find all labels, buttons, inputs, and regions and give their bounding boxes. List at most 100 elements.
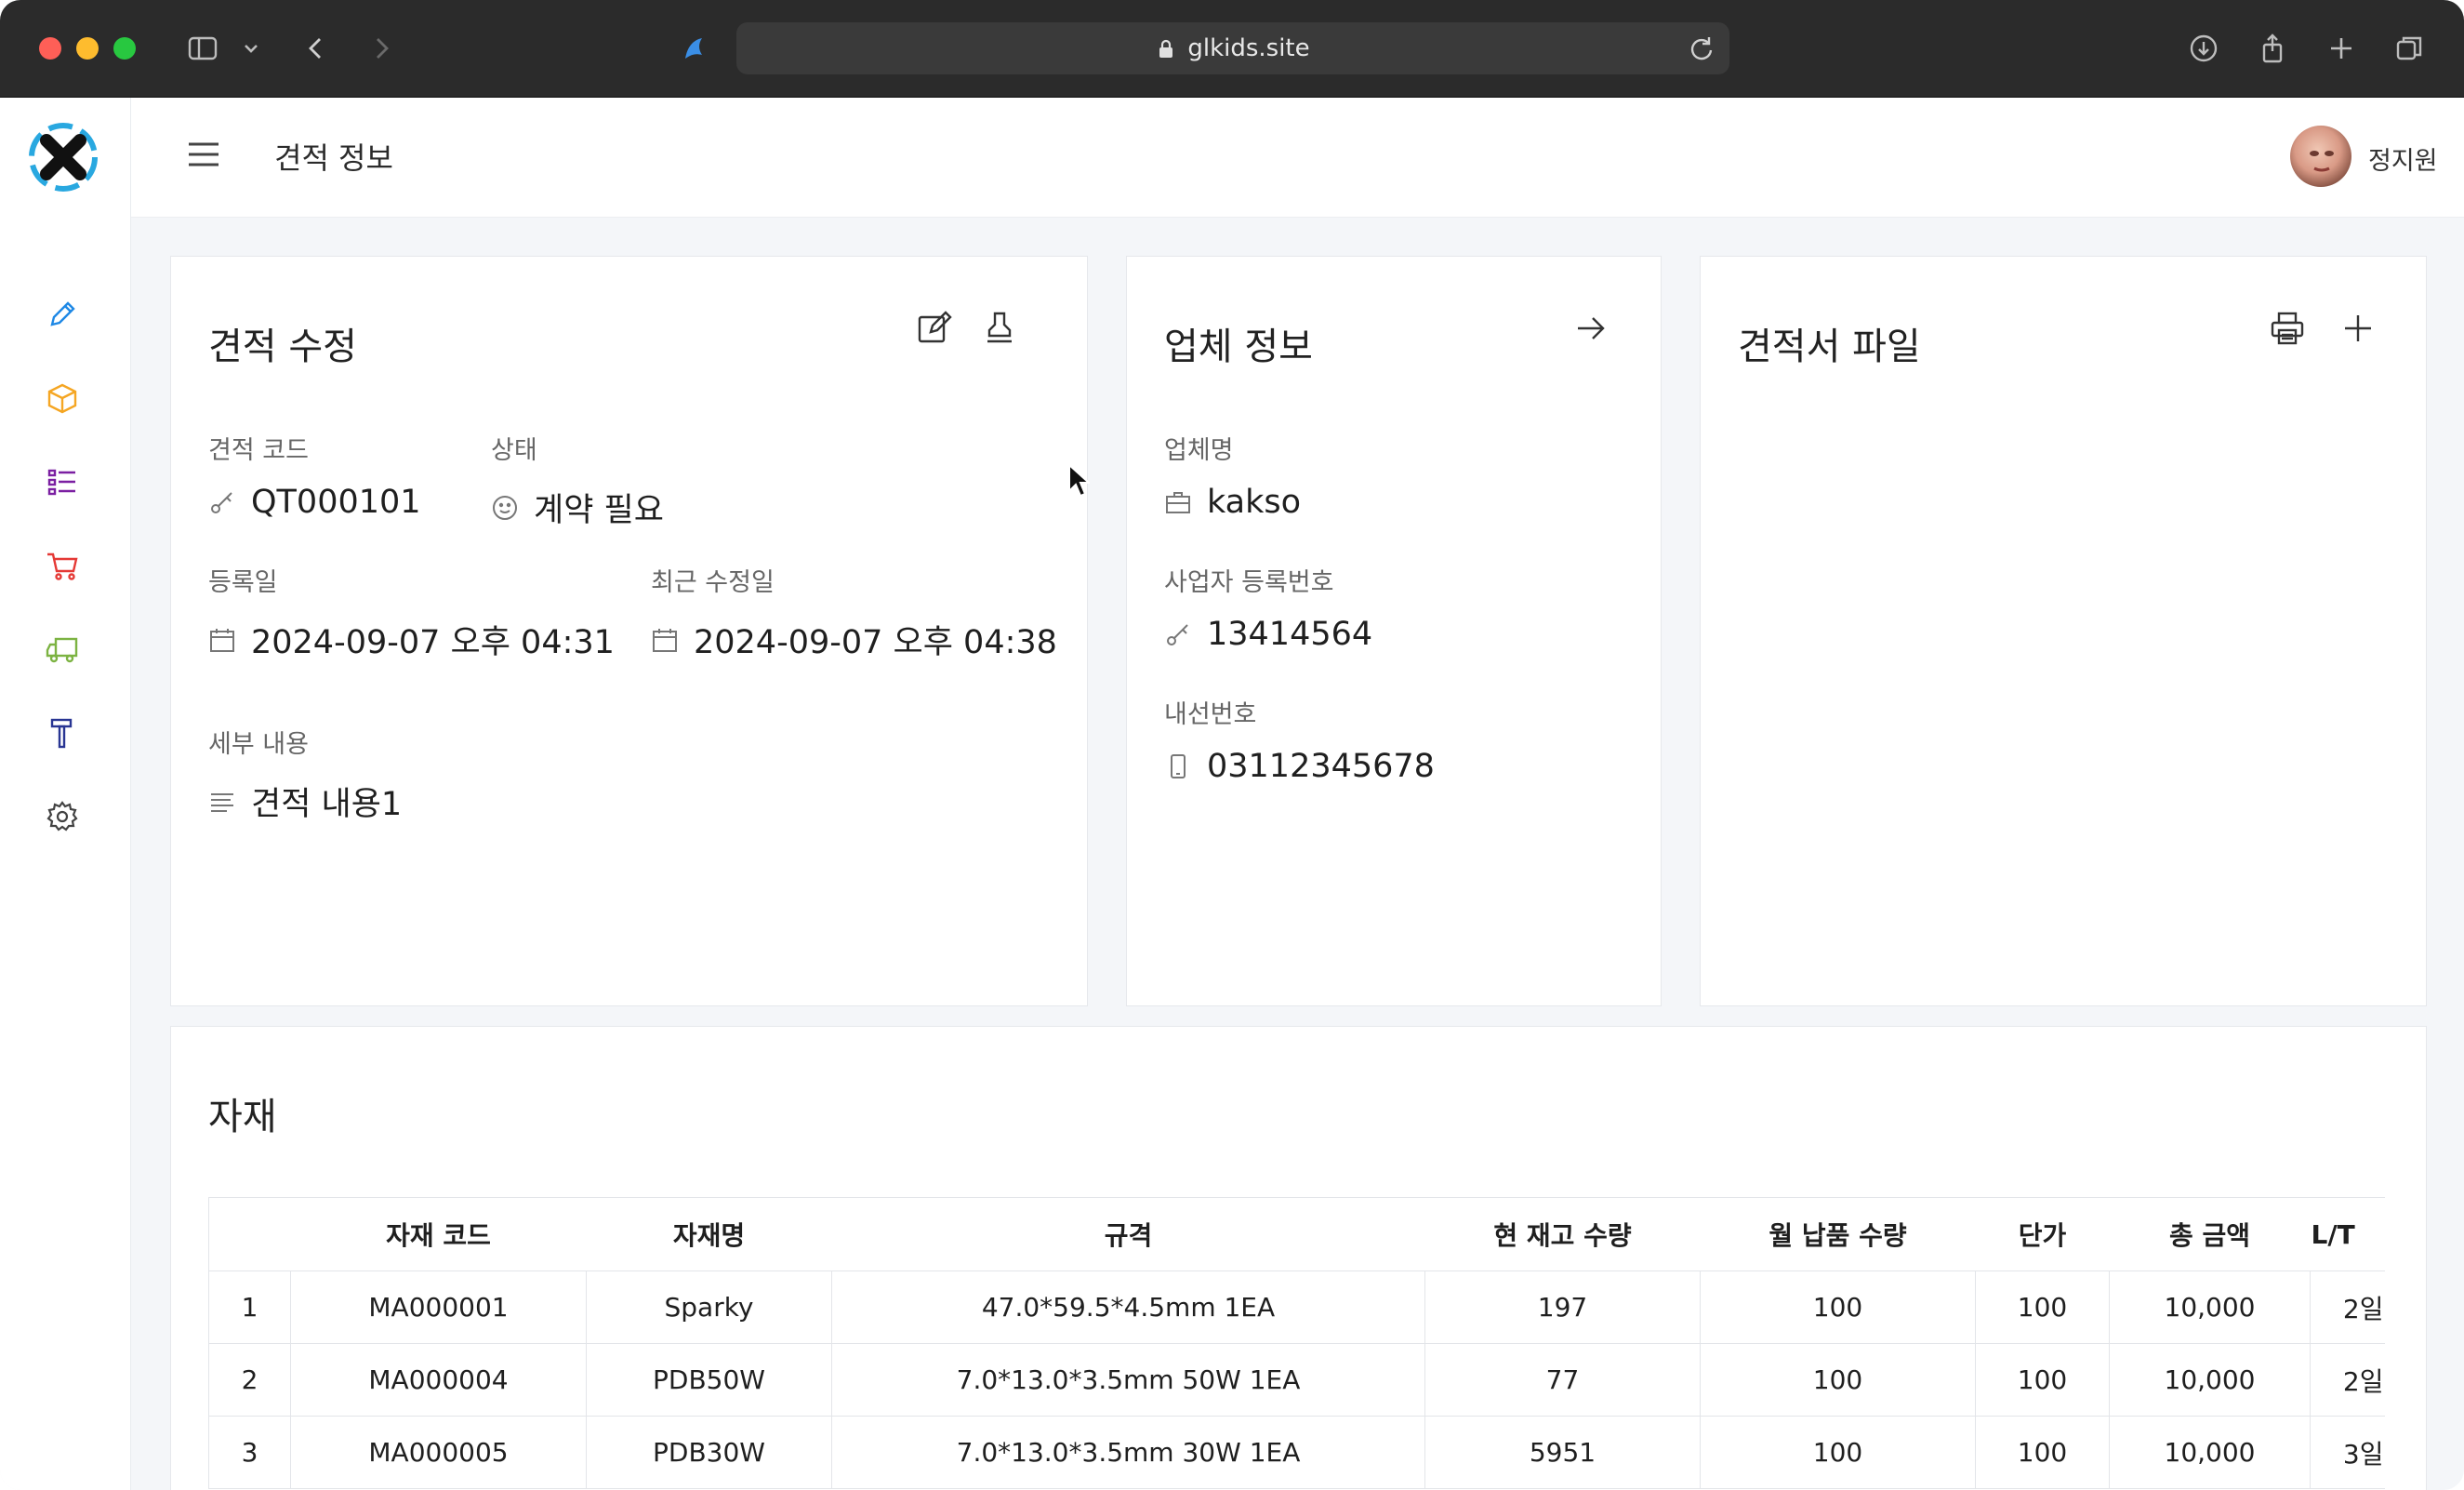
truck-icon[interactable] <box>43 630 82 669</box>
box-icon[interactable] <box>43 379 82 418</box>
table-cell: MA000005 <box>290 1416 587 1489</box>
column-header[interactable]: L/T <box>2310 1197 2385 1271</box>
gear-icon[interactable] <box>43 797 82 836</box>
table-cell: 100 <box>1975 1270 2110 1344</box>
table-cell: 100 <box>1975 1343 2110 1417</box>
key-icon <box>211 492 232 513</box>
arrow-right-icon[interactable] <box>1570 307 1612 350</box>
sidebar-toggle-icon[interactable] <box>182 28 223 69</box>
card-title: 견적서 파일 <box>1738 326 1921 368</box>
column-header[interactable]: 규격 <box>831 1197 1425 1271</box>
quote-edit-card: 견적 수정 견적 코드 QT000101 상태 계약 필요 등록일 2024-0… <box>170 256 1088 1006</box>
table-cell: Sparky <box>586 1270 832 1344</box>
reload-icon[interactable] <box>1687 33 1716 63</box>
quote-file-card: 견적서 파일 <box>1700 256 2427 1006</box>
created-date-label: 등록일 <box>208 568 278 597</box>
list-icon[interactable] <box>43 462 82 501</box>
close-window-button[interactable] <box>39 37 61 60</box>
table-cell: 100 <box>1975 1416 2110 1489</box>
extension-label: 내선번호 <box>1164 700 1257 729</box>
column-header[interactable]: 단가 <box>1975 1197 2110 1271</box>
table-cell: 1 <box>208 1270 291 1344</box>
zoom-window-button[interactable] <box>113 37 136 60</box>
tab-overview-icon[interactable] <box>2390 28 2431 69</box>
table-cell: 10,000 <box>2109 1270 2311 1344</box>
address-bar[interactable]: glkids.site <box>736 22 1729 74</box>
share-icon[interactable] <box>2252 28 2293 69</box>
table-cell: 7.0*13.0*3.5mm 30W 1EA <box>831 1416 1425 1489</box>
company-info-card: 업체 정보 업체명 kakso 사업자 등록번호 13414564 내선번호 0… <box>1126 256 1662 1006</box>
column-header[interactable]: 자재명 <box>586 1197 832 1271</box>
url-text: glkids.site <box>1187 34 1310 62</box>
table-cell: MA000004 <box>290 1343 587 1417</box>
table-row[interactable]: 3 MA000005 PDB30W 7.0*13.0*3.5mm 30W 1EA… <box>208 1416 2385 1489</box>
forward-icon[interactable] <box>361 28 402 69</box>
card-title: 견적 수정 <box>208 326 357 368</box>
table-header-row: 자재 코드 자재명 규격 현 재고 수량 월 납품 수량 단가 총 금액 L/T <box>208 1197 2385 1271</box>
extension-value: 03112345678 <box>1164 748 1435 785</box>
pencil-icon[interactable] <box>43 295 82 334</box>
table-cell: 77 <box>1424 1343 1701 1417</box>
calendar-icon <box>653 628 677 652</box>
table-cell: 10,000 <box>2109 1416 2311 1489</box>
business-number-value: 13414564 <box>1164 616 1372 653</box>
app-logo[interactable] <box>24 118 102 196</box>
calendar-icon <box>210 628 234 652</box>
table-cell: 2일 <box>2310 1270 2385 1344</box>
column-header[interactable]: 총 금액 <box>2109 1197 2311 1271</box>
stamp-icon[interactable] <box>978 307 1021 350</box>
table-cell: 100 <box>1700 1343 1976 1417</box>
browser-toolbar: glkids.site <box>0 0 2464 98</box>
download-icon[interactable] <box>2183 28 2224 69</box>
table-cell: 2 <box>208 1343 291 1417</box>
table-cell: 100 <box>1700 1416 1976 1489</box>
phone-icon <box>1171 754 1186 778</box>
menu-icon[interactable] <box>187 140 220 168</box>
avatar[interactable] <box>2290 126 2351 187</box>
edit-icon[interactable] <box>913 307 956 350</box>
hammer-icon[interactable] <box>43 713 82 752</box>
status-label: 상태 <box>491 436 537 465</box>
page-title: 견적 정보 <box>274 140 393 176</box>
user-name[interactable]: 정지원 <box>2368 140 2438 177</box>
column-header[interactable]: 자재 코드 <box>290 1197 587 1271</box>
status-value: 계약 필요 <box>491 484 664 531</box>
column-header[interactable] <box>208 1197 291 1271</box>
chevron-down-icon[interactable] <box>234 28 268 69</box>
table-row[interactable]: 2 MA000004 PDB50W 7.0*13.0*3.5mm 50W 1EA… <box>208 1343 2385 1417</box>
table-cell: 2일 <box>2310 1343 2385 1417</box>
table-cell: 47.0*59.5*4.5mm 1EA <box>831 1270 1425 1344</box>
site-favicon-icon <box>673 28 714 69</box>
company-name-value: kakso <box>1164 484 1301 521</box>
column-header[interactable]: 현 재고 수량 <box>1424 1197 1701 1271</box>
print-icon[interactable] <box>2266 307 2309 350</box>
business-number-label: 사업자 등록번호 <box>1164 568 1334 597</box>
text-lines-icon <box>211 792 233 812</box>
table-cell: PDB50W <box>586 1343 832 1417</box>
detail-value: 견적 내용1 <box>208 778 402 825</box>
lock-icon <box>1159 39 1173 58</box>
table-row[interactable]: 1 MA000001 Sparky 47.0*59.5*4.5mm 1EA 19… <box>208 1270 2385 1344</box>
quote-code-value: QT000101 <box>208 484 421 521</box>
created-date-value: 2024-09-07 오후 04:31 <box>208 616 615 663</box>
new-tab-icon[interactable] <box>2321 28 2362 69</box>
smile-icon <box>493 495 517 520</box>
card-title: 업체 정보 <box>1164 326 1313 368</box>
minimize-window-button[interactable] <box>76 37 99 60</box>
app-header: 견적 정보 정지원 <box>131 98 2464 218</box>
materials-table: 자재 코드 자재명 규격 현 재고 수량 월 납품 수량 단가 총 금액 L/T… <box>208 1197 2385 1489</box>
briefcase-icon <box>1166 492 1190 513</box>
mouse-cursor-icon <box>1068 463 1090 498</box>
table-cell: MA000001 <box>290 1270 587 1344</box>
table-cell: 100 <box>1700 1270 1976 1344</box>
table-cell: 197 <box>1424 1270 1701 1344</box>
cart-icon[interactable] <box>43 546 82 585</box>
back-icon[interactable] <box>296 28 337 69</box>
quote-code-label: 견적 코드 <box>208 436 309 465</box>
table-cell: 3일 <box>2310 1416 2385 1489</box>
add-icon[interactable] <box>2337 307 2379 350</box>
column-header[interactable]: 월 납품 수량 <box>1700 1197 1976 1271</box>
table-cell: PDB30W <box>586 1416 832 1489</box>
table-cell: 3 <box>208 1416 291 1489</box>
modified-date-value: 2024-09-07 오후 04:38 <box>651 616 1057 663</box>
